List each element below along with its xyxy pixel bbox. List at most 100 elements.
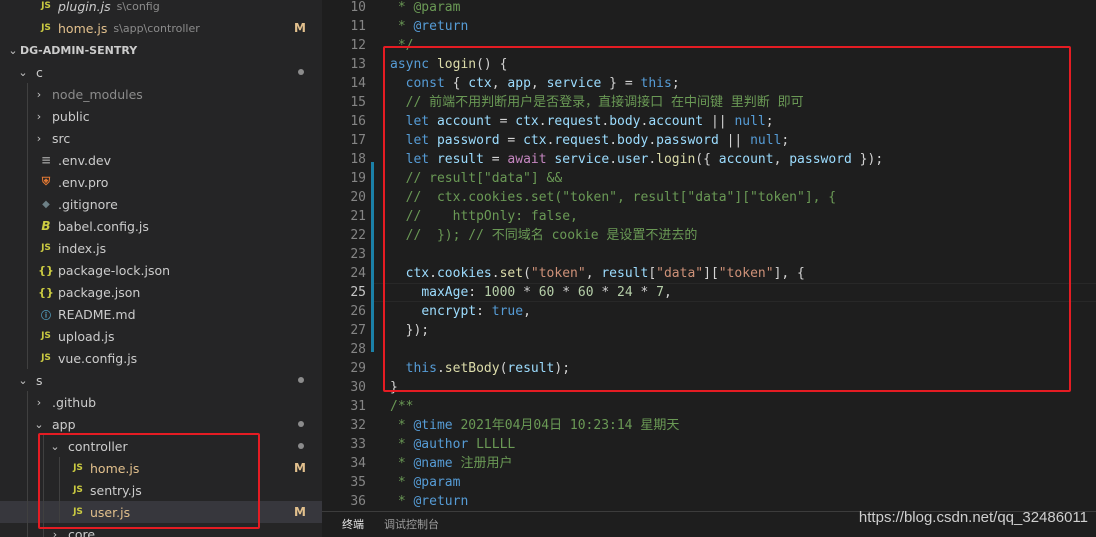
- code-text: // 前端不用判断用户是否登录，直接调接口 在中间键 里判断 即可: [405, 95, 804, 110]
- project-section-header[interactable]: ⌄ DG-ADMIN-SENTRY: [0, 39, 322, 61]
- code-line[interactable]: 28: [322, 340, 1096, 359]
- tree-item-s[interactable]: ⌄ s: [0, 369, 322, 391]
- code-line[interactable]: 34 * @name 注册用户: [322, 454, 1096, 473]
- code-line[interactable]: 17 let password = ctx.request.body.passw…: [322, 131, 1096, 150]
- tree-item-label: .env.pro: [58, 174, 109, 190]
- code-editor[interactable]: 10 * @param 11 * @return 12 */13 async logi…: [322, 0, 1096, 511]
- tree-item-upload-js[interactable]: JS upload.js: [0, 325, 322, 347]
- code-text: // ctx.cookies.set("token", result["data…: [405, 190, 837, 205]
- modified-dot-icon: [298, 377, 304, 383]
- tree-item-c[interactable]: ⌄ c: [0, 61, 322, 83]
- code-line[interactable]: 18 let result = await service.user.login…: [322, 150, 1096, 169]
- code-line[interactable]: 13 async login() {: [322, 55, 1096, 74]
- modified-dot-icon: [298, 69, 304, 75]
- code-text: let result = await service.user.login({ …: [405, 152, 884, 167]
- line-number: 30: [350, 380, 366, 395]
- tree-item-src[interactable]: › src: [0, 127, 322, 149]
- code-line[interactable]: 12 */: [322, 36, 1096, 55]
- line-number: 36: [350, 494, 366, 509]
- js-file-icon: JS: [41, 331, 51, 341]
- file-path: s\config: [116, 0, 160, 13]
- code-line[interactable]: 23: [322, 245, 1096, 264]
- open-editor-plugin-js[interactable]: JS plugin.js s\config: [0, 0, 322, 17]
- code-line[interactable]: 11 * @return: [322, 17, 1096, 36]
- tree-item-label: s: [36, 372, 43, 388]
- code-text: }: [390, 380, 398, 395]
- tree-item-node-modules[interactable]: › node_modules: [0, 83, 322, 105]
- code-text: async login() {: [390, 57, 508, 72]
- code-line[interactable]: 24 ctx.cookies.set("token", result["data…: [322, 264, 1096, 283]
- tree-item-package-json[interactable]: {} package.json: [0, 281, 322, 303]
- file-label: plugin.js: [58, 0, 111, 14]
- js-file-icon: JS: [41, 243, 51, 253]
- tree-item-label: package-lock.json: [58, 262, 171, 278]
- code-line[interactable]: 19 // result["data"] &&: [322, 169, 1096, 188]
- tree-item-label: app: [52, 416, 76, 432]
- tree-item-readme-md[interactable]: ⓘ README.md: [0, 303, 322, 325]
- tab-terminal[interactable]: 终端: [342, 512, 364, 537]
- code-line[interactable]: 22 // }); // 不同域名 cookie 是设置不进去的: [322, 226, 1096, 245]
- chevron-down-icon: ⌄: [34, 417, 44, 431]
- tree-item-label: upload.js: [58, 328, 115, 344]
- code-line[interactable]: 29 this.setBody(result);: [322, 359, 1096, 378]
- open-editor-home-js[interactable]: JS home.js s\app\controller M: [0, 17, 322, 39]
- tree-item-label: README.md: [58, 306, 136, 322]
- tree-item-index-js[interactable]: JS index.js: [0, 237, 322, 259]
- indent-guide: [59, 457, 60, 523]
- line-number: 33: [350, 437, 366, 452]
- tree-item-package-lock-json[interactable]: {} package-lock.json: [0, 259, 322, 281]
- tree-item-label: babel.config.js: [58, 218, 149, 234]
- tree-item-sentry-js[interactable]: JS sentry.js: [0, 479, 322, 501]
- tree-item-label: c: [36, 64, 43, 80]
- code-text: * @time 2021年04月04日 10:23:14 星期天: [390, 418, 680, 433]
- modified-dot-icon: [298, 421, 304, 427]
- indent-guide: [27, 83, 28, 369]
- tree-item-controller[interactable]: ⌄ controller: [0, 435, 322, 457]
- env-file-icon: ≡: [40, 153, 52, 167]
- modified-badge: M: [294, 21, 306, 35]
- chevron-right-icon: ›: [52, 527, 58, 537]
- code-line[interactable]: 16 let account = ctx.request.body.accoun…: [322, 112, 1096, 131]
- tree-item-babel-config-js[interactable]: Bbabel.config.js: [0, 215, 322, 237]
- tab-debug-console[interactable]: 调试控制台: [384, 512, 439, 537]
- code-line[interactable]: 30}: [322, 378, 1096, 397]
- code-line[interactable]: 14 const { ctx, app, service } = this;: [322, 74, 1096, 93]
- chevron-right-icon: ›: [36, 395, 42, 409]
- tree-item-label: node_modules: [52, 86, 143, 102]
- tree-item-github[interactable]: › .github: [0, 391, 322, 413]
- tree-item-env-pro[interactable]: ⛨ .env.pro: [0, 171, 322, 193]
- code-line[interactable]: 25 maxAge: 1000 * 60 * 60 * 24 * 7,: [322, 283, 1096, 302]
- line-number: 12: [350, 38, 366, 53]
- tree-item-user-js[interactable]: JS user.js M: [0, 501, 322, 523]
- tree-item-label: home.js: [90, 460, 140, 476]
- tree-item-home-js[interactable]: JS home.js M: [0, 457, 322, 479]
- tree-item-public[interactable]: › public: [0, 105, 322, 127]
- line-number: 11: [350, 19, 366, 34]
- code-line[interactable]: 33 * @author LLLLL: [322, 435, 1096, 454]
- code-text: this.setBody(result);: [405, 361, 571, 376]
- code-text: ctx.cookies.set("token", result["data"][…: [405, 266, 805, 281]
- code-line[interactable]: 35 * @param: [322, 473, 1096, 492]
- code-line[interactable]: 21 // httpOnly: false,: [322, 207, 1096, 226]
- code-text: * @param: [390, 0, 461, 15]
- code-line[interactable]: 26 encrypt: true,: [322, 302, 1096, 321]
- tree-item-core[interactable]: › core: [0, 523, 322, 537]
- code-line[interactable]: 31 /**: [322, 397, 1096, 416]
- tree-item-vue-config-js[interactable]: JS vue.config.js: [0, 347, 322, 369]
- code-text: // result["data"] &&: [405, 171, 563, 186]
- line-number: 34: [350, 456, 366, 471]
- tree-item-gitignore[interactable]: ◆ .gitignore: [0, 193, 322, 215]
- code-text: */: [390, 38, 414, 53]
- code-line[interactable]: 27 });: [322, 321, 1096, 340]
- tree-item-env-dev[interactable]: ≡ .env.dev: [0, 149, 322, 171]
- modified-dot-icon: [298, 443, 304, 449]
- code-line[interactable]: 10 * @param: [322, 0, 1096, 17]
- watermark: https://blog.csdn.net/qq_32486011: [858, 509, 1088, 526]
- code-line[interactable]: 20 // ctx.cookies.set("token", result["d…: [322, 188, 1096, 207]
- line-number: 13: [350, 57, 366, 72]
- tree-item-app[interactable]: ⌄ app: [0, 413, 322, 435]
- indent-guide: [27, 391, 28, 537]
- code-line[interactable]: 15 // 前端不用判断用户是否登录，直接调接口 在中间键 里判断 即可: [322, 93, 1096, 112]
- code-line[interactable]: 32 * @time 2021年04月04日 10:23:14 星期天: [322, 416, 1096, 435]
- code-text: const { ctx, app, service } = this;: [405, 76, 680, 91]
